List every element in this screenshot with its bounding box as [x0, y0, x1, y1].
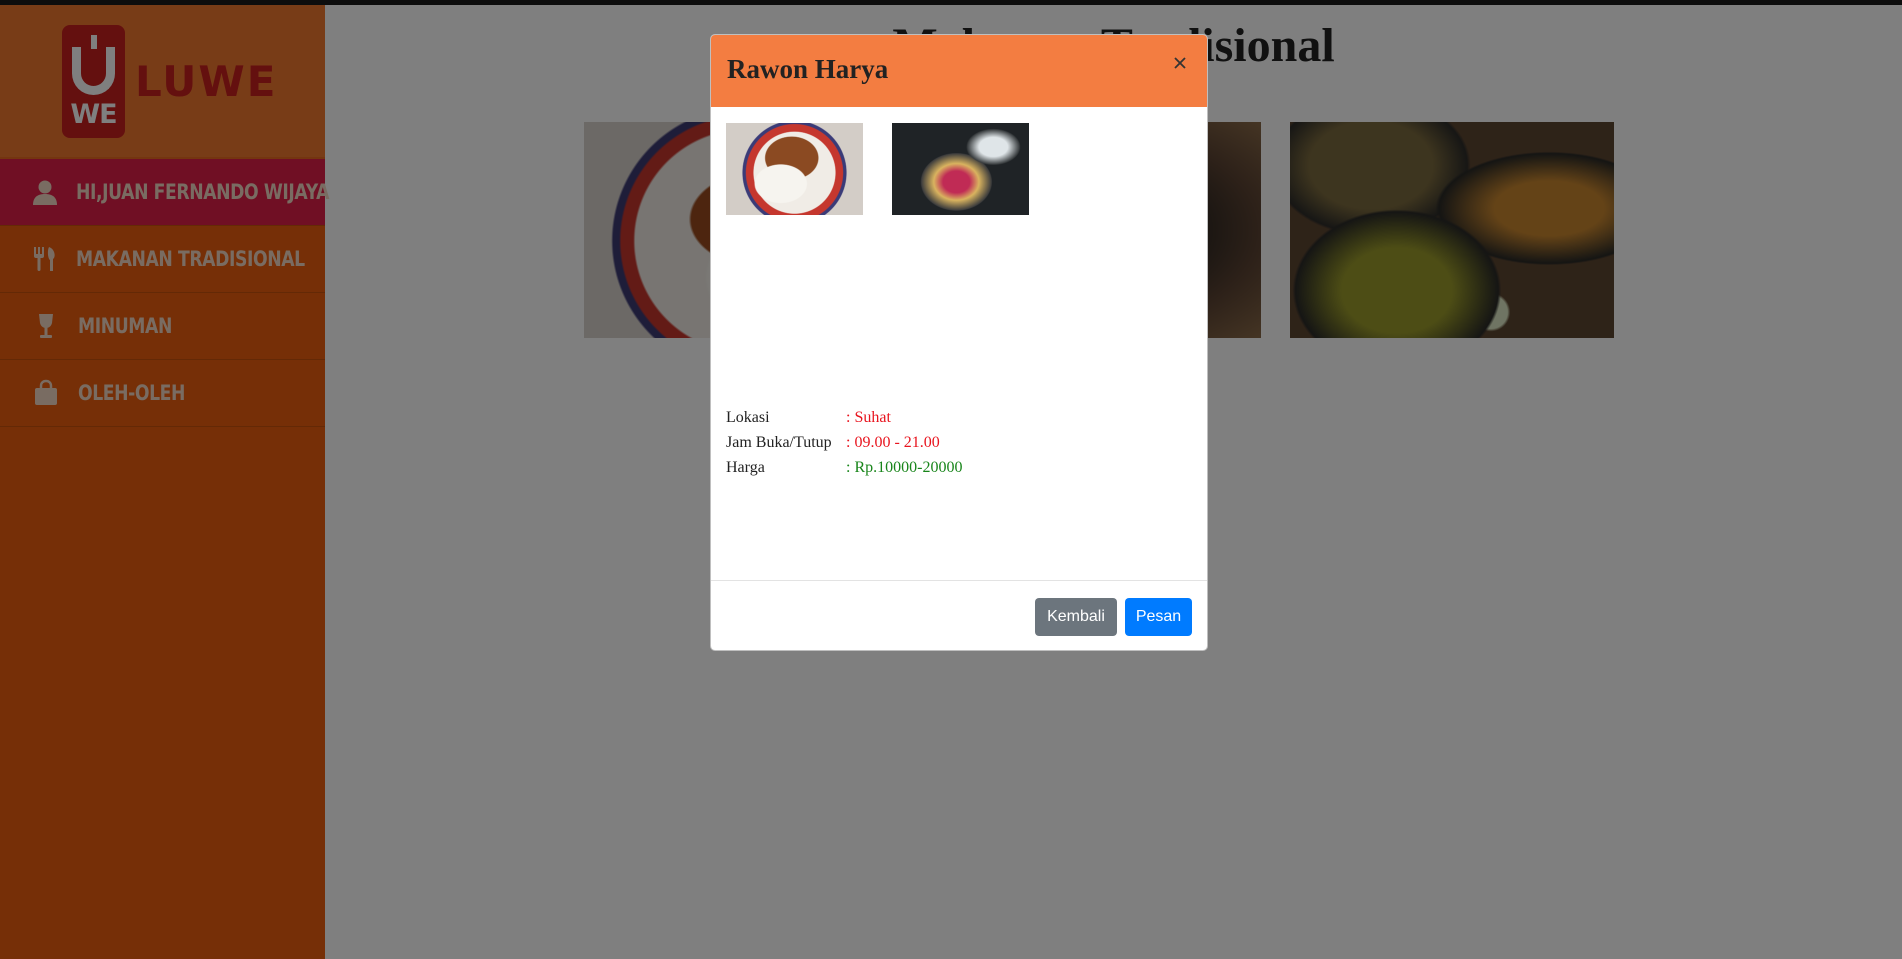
info-label: Jam Buka/Tutup	[726, 434, 832, 451]
info-row-price: Harga : Rp.10000-20000	[726, 455, 962, 480]
info-label: Lokasi	[726, 409, 770, 426]
back-button[interactable]: Kembali	[1035, 598, 1117, 636]
modal-header: Rawon Harya	[711, 35, 1207, 107]
food-info: Lokasi : Suhat Jam Buka/Tutup : 09.00 - …	[726, 405, 962, 480]
info-value: : Suhat	[846, 409, 891, 426]
food-thumbnail[interactable]	[726, 123, 863, 215]
info-label: Harga	[726, 459, 765, 476]
close-icon	[1174, 56, 1186, 74]
info-row-location: Lokasi : Suhat	[726, 405, 962, 430]
detail-modal: Rawon Harya Lokasi : Suhat Jam Buka/Tutu…	[710, 34, 1208, 651]
info-row-hours: Jam Buka/Tutup : 09.00 - 21.00	[726, 430, 962, 455]
order-button[interactable]: Pesan	[1125, 598, 1192, 636]
food-thumbnail[interactable]	[892, 123, 1029, 215]
modal-title: Rawon Harya	[727, 54, 889, 84]
info-value: : 09.00 - 21.00	[846, 434, 940, 451]
info-value: : Rp.10000-20000	[846, 459, 963, 476]
close-button[interactable]	[1169, 54, 1191, 76]
modal-footer: Kembali Pesan	[711, 580, 1207, 650]
